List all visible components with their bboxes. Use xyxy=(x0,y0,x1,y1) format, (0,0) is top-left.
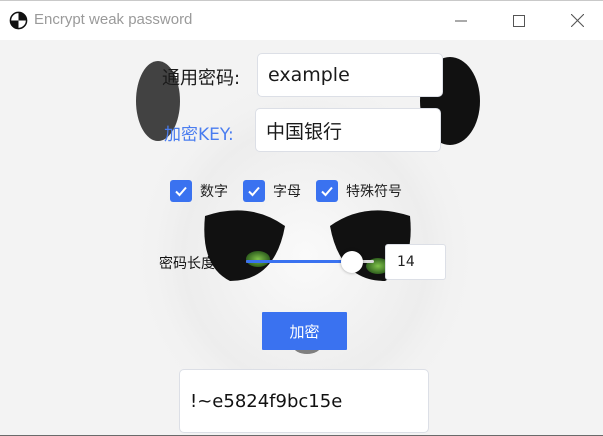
app-window: Encrypt weak password 通用密码: example 加密KE… xyxy=(0,0,603,436)
app-logo-icon xyxy=(9,11,28,30)
password-label: 通用密码: xyxy=(162,68,241,89)
letters-checkbox[interactable]: 字母 xyxy=(243,180,301,202)
checkbox-checked-icon xyxy=(316,180,338,202)
result-output[interactable]: !~e5824f9bc15e xyxy=(179,369,429,433)
minimize-button[interactable] xyxy=(432,1,490,40)
window-title: Encrypt weak password xyxy=(34,11,193,28)
password-input[interactable]: example xyxy=(257,53,443,97)
encrypt-button[interactable]: 加密 xyxy=(262,312,347,350)
digits-checkbox[interactable]: 数字 xyxy=(170,180,228,202)
checkbox-checked-icon xyxy=(170,180,192,202)
slider-fill xyxy=(246,260,353,263)
symbols-checkbox-label: 特殊符号 xyxy=(346,184,402,200)
close-icon xyxy=(570,14,584,27)
slider-thumb[interactable] xyxy=(341,251,364,273)
symbols-checkbox[interactable]: 特殊符号 xyxy=(316,180,402,202)
letters-checkbox-label: 字母 xyxy=(273,184,301,200)
minimize-icon xyxy=(455,20,467,21)
length-number-input[interactable]: 14 xyxy=(385,244,446,280)
title-bar[interactable]: Encrypt weak password xyxy=(0,1,603,40)
maximize-button[interactable] xyxy=(490,1,548,40)
length-label: 密码长度 xyxy=(159,256,215,272)
checkbox-checked-icon xyxy=(243,180,265,202)
key-input[interactable]: 中国银行 xyxy=(255,108,441,152)
key-label: 加密KEY: xyxy=(164,125,234,145)
close-button[interactable] xyxy=(548,1,603,40)
maximize-icon xyxy=(513,14,525,27)
digits-checkbox-label: 数字 xyxy=(200,184,228,200)
length-slider[interactable] xyxy=(246,251,374,273)
